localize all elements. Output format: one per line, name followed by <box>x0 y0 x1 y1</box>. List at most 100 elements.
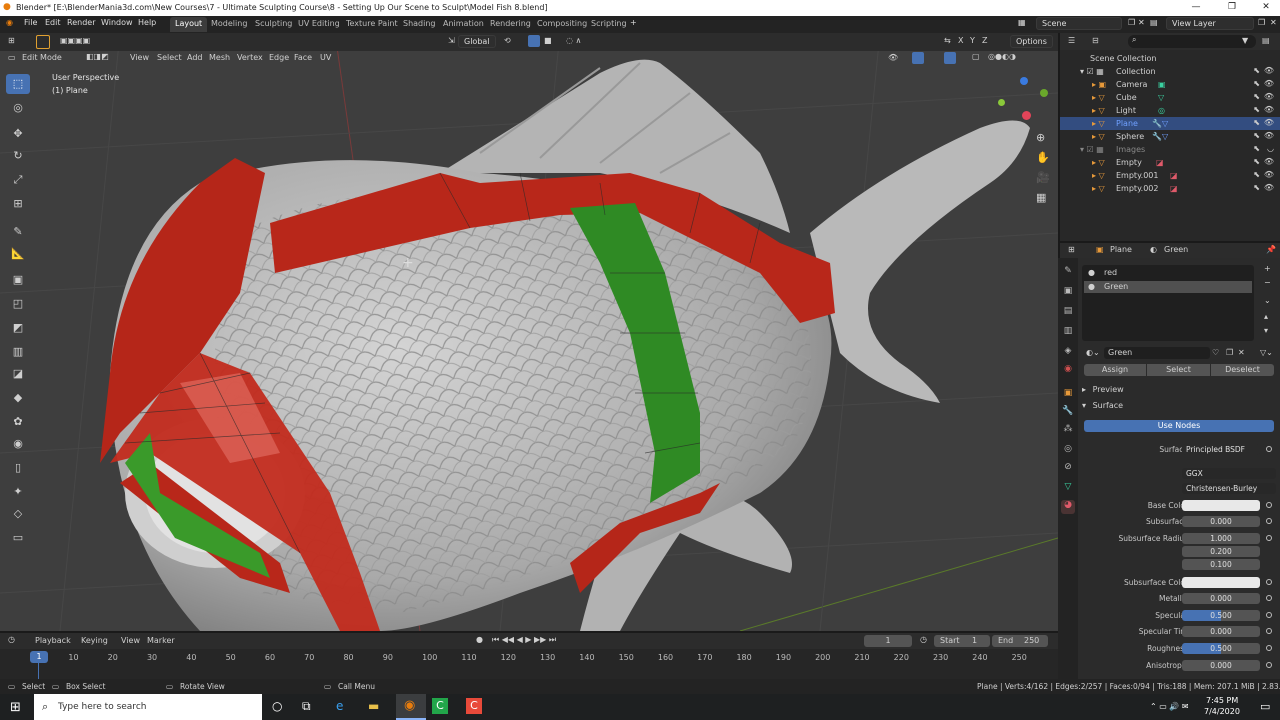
outliner-item-collection[interactable]: ▾ ☑ ▦ Collection ⬉ 👁 <box>1060 65 1280 78</box>
unlink-material-icon[interactable]: ✕ <box>1238 348 1245 357</box>
metallic-field[interactable]: 0.000 <box>1182 593 1260 604</box>
annotate-tool-icon[interactable]: ✎ <box>6 222 30 242</box>
outliner-item-light[interactable]: ▸ ▽ Light ◎ ⬉ 👁 <box>1060 104 1280 117</box>
particles-tab-icon[interactable]: ⁂ <box>1061 424 1075 438</box>
render-tab-icon[interactable]: ▣ <box>1061 286 1075 300</box>
tool-tab-icon[interactable]: ✎ <box>1061 266 1075 280</box>
tab-scripting[interactable]: Scripting <box>586 17 632 32</box>
xray-icon[interactable]: ▢ <box>972 52 980 61</box>
scene-copy-icon[interactable]: ❐ <box>1128 18 1135 27</box>
blender-menu-icon[interactable]: ◉ <box>6 18 13 27</box>
pivot-icon[interactable]: ⟲ <box>504 36 511 45</box>
gizmo-toggle-icon[interactable] <box>912 52 924 64</box>
selectable-icon[interactable]: ⬉ <box>1253 79 1260 88</box>
options-dropdown[interactable]: Options <box>1010 35 1053 48</box>
tab-texture-paint[interactable]: Texture Paint <box>341 17 403 32</box>
visibility-eye-icon[interactable]: 👁 <box>1264 105 1274 114</box>
visibility-eye-icon[interactable]: 👁 <box>1264 66 1274 75</box>
tab-uv-editing[interactable]: UV Editing <box>293 17 345 32</box>
shrink-fatten-tool-icon[interactable]: ✦ <box>6 482 30 502</box>
remove-slot-icon[interactable]: − <box>1264 278 1271 287</box>
outliner-item-cube[interactable]: ▸ ▽ Cube ▽ ⬉ 👁 <box>1060 91 1280 104</box>
shading-modes-icon[interactable]: ◎●◐◑ <box>988 52 1016 61</box>
menu-mesh[interactable]: Mesh <box>209 53 230 62</box>
scene-selector[interactable]: Scene <box>1036 17 1122 30</box>
selectable-icon[interactable]: ⬉ <box>1253 105 1260 114</box>
tab-layout[interactable]: Layout <box>170 17 208 32</box>
menu-file[interactable]: File <box>24 18 37 27</box>
node-link-icon[interactable] <box>1266 662 1272 668</box>
minimize-icon[interactable]: — <box>1186 2 1206 12</box>
subsurface-radius-y[interactable]: 0.200 <box>1182 546 1260 557</box>
anisotropic-field[interactable]: 0.000 <box>1182 660 1260 671</box>
tab-modeling[interactable]: Modeling <box>206 17 252 32</box>
menu-render[interactable]: Render <box>67 18 95 27</box>
filter-icon[interactable]: ▼ <box>1242 36 1248 45</box>
edge-slide-tool-icon[interactable]: ▯ <box>6 458 30 478</box>
edge-browser-icon[interactable]: e <box>336 699 343 713</box>
knife-tool-icon[interactable]: ◪ <box>6 364 30 384</box>
specular-field[interactable]: 0.500 <box>1182 610 1260 621</box>
axis-z[interactable]: Z <box>982 36 987 45</box>
menu-add[interactable]: Add <box>187 53 203 62</box>
browse-material-icon[interactable]: ◐⌄ <box>1086 348 1100 357</box>
pin-icon[interactable]: 📌 <box>1266 245 1276 254</box>
subsurface-color-swatch[interactable] <box>1182 577 1260 588</box>
data-tab-icon[interactable]: ▽ <box>1061 482 1075 496</box>
inset-tool-icon[interactable]: ◰ <box>6 294 30 314</box>
use-nodes-button[interactable]: Use Nodes <box>1084 420 1274 432</box>
preview-panel-header[interactable]: ▸ Preview <box>1082 385 1124 394</box>
notifications-icon[interactable]: ▭ <box>1260 700 1270 713</box>
taskbar-search-box[interactable]: ⌕ Type here to search <box>34 694 262 720</box>
3d-viewport[interactable]: ⊞ ▣▣▣▣ ⇲ Global ⟲ ■ ◌ ∧ ⇆ X Y Z Options … <box>0 33 1058 631</box>
subsurface-radius-x[interactable]: 1.000 <box>1182 533 1260 544</box>
visibility-eye-icon[interactable]: ◡ <box>1267 144 1274 153</box>
move-slot-up-icon[interactable]: ▴ <box>1264 312 1268 321</box>
menu-select[interactable]: Select <box>157 53 182 62</box>
editor-type-icon[interactable]: ⊞ <box>8 36 15 45</box>
maximize-icon[interactable]: ❐ <box>1222 2 1242 12</box>
copy-material-icon[interactable]: ❐ <box>1226 348 1233 357</box>
system-tray-icons[interactable]: ⌃ ▭ 🔊 ✉ <box>1150 702 1189 711</box>
scene-close-icon[interactable]: ✕ <box>1138 18 1145 27</box>
visibility-eye-icon[interactable]: 👁 <box>1264 157 1274 166</box>
physics-tab-icon[interactable]: ◎ <box>1061 444 1075 458</box>
task-view-icon[interactable]: ⧉ <box>302 699 311 714</box>
camtasia-red-icon[interactable]: C <box>466 698 482 714</box>
loop-cut-tool-icon[interactable]: ▥ <box>6 342 30 362</box>
rotate-tool-icon[interactable]: ↻ <box>6 146 30 166</box>
camtasia-green-icon[interactable]: C <box>432 698 448 714</box>
subsurface-method-dropdown[interactable]: Christensen-Burley <box>1182 483 1276 494</box>
blender-taskbar-button[interactable]: ◉ <box>396 694 426 720</box>
slot-specials-icon[interactable]: ⌄ <box>1264 296 1271 305</box>
roughness-field[interactable]: 0.500 <box>1182 643 1260 654</box>
node-link-icon[interactable] <box>1266 446 1272 452</box>
ortho-toggle-icon[interactable]: ▦ <box>1036 191 1046 204</box>
selectable-icon[interactable]: ⬉ <box>1253 131 1260 140</box>
view-layer-close-icon[interactable]: ✕ <box>1270 18 1277 27</box>
view-layer-selector[interactable]: View Layer <box>1166 17 1254 30</box>
tab-shading[interactable]: Shading <box>398 17 441 32</box>
selectable-icon[interactable]: ⬉ <box>1253 157 1260 166</box>
base-color-swatch[interactable] <box>1182 500 1260 511</box>
node-link-icon[interactable] <box>1266 535 1272 541</box>
subsurface-radius-z[interactable]: 0.100 <box>1182 559 1260 570</box>
move-slot-down-icon[interactable]: ▾ <box>1264 326 1268 335</box>
poly-build-tool-icon[interactable]: ◆ <box>6 388 30 408</box>
slot-red[interactable]: ● red <box>1084 267 1252 279</box>
spin-tool-icon[interactable]: ✿ <box>6 412 30 432</box>
windows-start-icon[interactable]: ⊞ <box>10 700 21 715</box>
outliner-item-sphere[interactable]: ▸ ▽ Sphere 🔧▽ ⬉ 👁 <box>1060 130 1280 143</box>
outliner-editor-icon[interactable]: ☰ <box>1068 36 1075 45</box>
visibility-icon[interactable]: 👁 <box>888 53 898 62</box>
menu-vertex[interactable]: Vertex <box>237 53 263 62</box>
node-link-icon[interactable] <box>1266 595 1272 601</box>
visibility-eye-icon[interactable]: 👁 <box>1264 183 1274 192</box>
menu-face[interactable]: Face <box>294 53 312 62</box>
node-link-icon[interactable] <box>1266 612 1272 618</box>
cortana-icon[interactable]: ○ <box>272 699 282 713</box>
menu-window[interactable]: Window <box>101 18 133 27</box>
extrude-tool-icon[interactable]: ▣ <box>6 270 30 290</box>
transform-orientation[interactable]: Global <box>458 35 496 48</box>
outliner-item-camera[interactable]: ▸ ▣ Camera ▣ ⬉ 👁 <box>1060 78 1280 91</box>
